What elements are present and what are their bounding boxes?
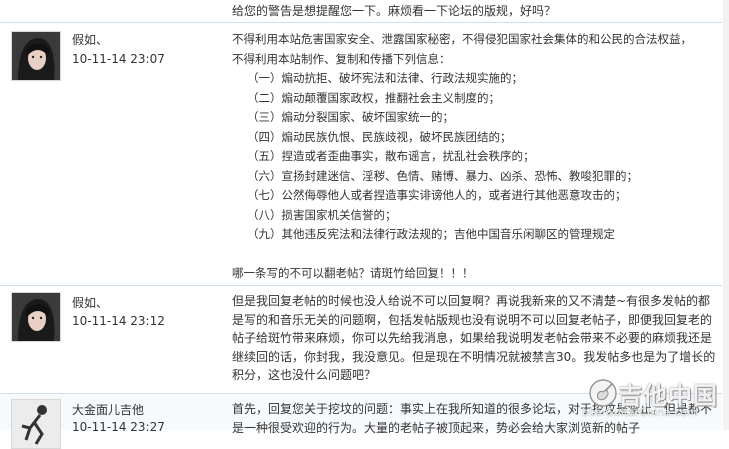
- content-line: （六）宣扬封建迷信、淫秽、色情、赌博、暴力、凶杀、恐怖、教唆犯罪的；: [247, 168, 638, 183]
- post-1: 假如、 10-11-14 23:07 不得利用本站危害国家安全、泄露国家秘密，不…: [0, 23, 722, 287]
- content-line: （五）捏造或者歪曲事实，散布谣言，扰乱社会秩序的；: [247, 149, 535, 163]
- content-line: 不得利用本站制作、复制和传播下列信息：: [232, 51, 451, 66]
- content-paragraph: 但是我回复老帖的时候也没人给说不可以回复啊？再说我新来的又不清楚~有很多发帖的都…: [232, 294, 716, 382]
- content-line: [232, 245, 722, 265]
- content-line: （四）煽动民族仇恨、民族歧视，破坏民族团结的；: [247, 129, 512, 144]
- content-line: （一）煽动抗拒、破坏宪法和法律、行政法规实施的；: [247, 71, 523, 85]
- watermark-url: bbs.GuitarChina.com: [582, 406, 698, 419]
- content-line: （八）损害国家机关信誉的；: [247, 207, 397, 222]
- content-line: （七）公然侮辱他人或者捏造事实诽谤他人的，或者进行其他恶意攻击的；: [247, 188, 627, 202]
- site-watermark: 吉他中国 bbs.GuitarChina.com: [578, 376, 729, 430]
- post-username[interactable]: 大金面儿吉他: [72, 401, 144, 418]
- content-line: 不得利用本站危害国家安全、泄露国家秘密，不得侵犯国家社会集体的和公民的合法权益，: [232, 32, 692, 46]
- content-line: 哪一条写的不可以翻老帖？请斑竹给回复！！！: [232, 266, 474, 280]
- guitar-logo-icon: [589, 379, 617, 407]
- previous-post-fragment: 给您的警告是想提醒您一下。麻烦看一下论坛的版规，好吗？: [232, 4, 557, 18]
- post-content: 不得利用本站危害国家安全、泄露国家秘密，不得侵犯国家社会集体的和公民的合法权益，…: [232, 30, 722, 284]
- content-line: （三）煽动分裂国家、破坏国家统一的；: [247, 110, 454, 124]
- post-content: 但是我回复老帖的时候也没人给说不可以回复啊？再说我新来的又不清楚~有很多发帖的都…: [232, 292, 720, 385]
- post-date: 10-11-14 23:12: [72, 314, 165, 328]
- post-username[interactable]: 假如、: [72, 31, 108, 48]
- content-line: （二）煽动颠覆国家政权，推翻社会主义制度的；: [247, 90, 500, 105]
- post-date: 10-11-14 23:07: [72, 52, 165, 66]
- user-avatar[interactable]: [11, 31, 61, 81]
- post-date: 10-11-14 23:27: [72, 420, 165, 434]
- user-avatar[interactable]: [11, 292, 61, 342]
- content-line: （九）其他违反宪法和法律行政法规的；吉他中国音乐闲聊区的管理规定: [247, 227, 615, 241]
- scrollbar[interactable]: [723, 0, 729, 430]
- post-username[interactable]: 假如、: [72, 294, 108, 311]
- user-avatar[interactable]: [11, 399, 61, 449]
